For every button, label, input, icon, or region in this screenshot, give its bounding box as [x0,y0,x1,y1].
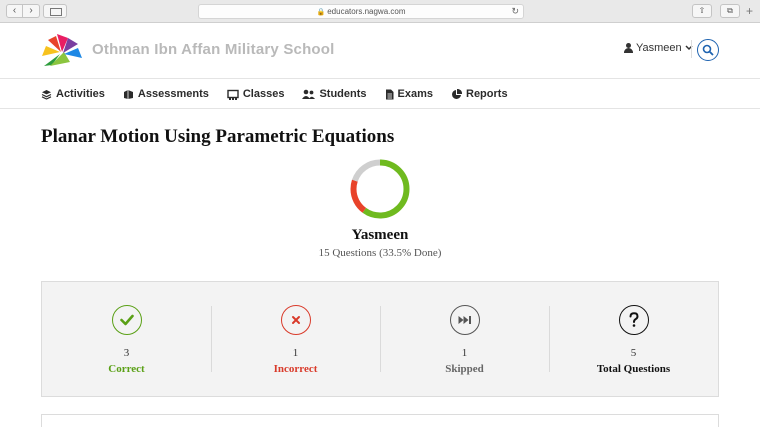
sidebar-toggle-button[interactable] [43,4,67,18]
stat-correct-count: 3 [123,347,130,359]
stat-total-count: 5 [630,347,637,359]
nav-assessments-label: Assessments [137,88,209,100]
nav-classes[interactable]: Classes [227,88,285,100]
reports-icon [452,88,462,99]
search-button[interactable] [697,39,719,61]
nav-exams[interactable]: Exams [385,88,433,100]
user-menu[interactable]: Yasmeen [624,42,693,54]
nav-students-label: Students [319,88,367,100]
stats-panel: 3 Correct 1 Incorrect 1 Skipped 5 Total … [41,281,719,397]
search-icon [702,44,714,56]
exams-icon [385,89,394,99]
classes-icon [227,89,239,100]
stat-incorrect-count: 1 [292,347,299,359]
stat-incorrect[interactable]: 1 Incorrect [211,282,380,396]
assessments-icon [123,89,133,99]
stat-correct[interactable]: 3 Correct [42,282,211,396]
students-icon [302,89,316,99]
incorrect-icon-circle [280,305,311,335]
user-icon [624,43,633,53]
main-nav: Activities Assessments Classes Students [0,80,760,109]
browser-nav-buttons: ‹ › [6,4,40,18]
question-icon [629,312,639,327]
lock-icon: 🔒 [316,9,326,16]
progress-ring [350,159,410,219]
stat-incorrect-label: Incorrect [273,363,318,375]
tabs-overview-button[interactable]: ⧉ [720,4,740,18]
progress-summary: 15 Questions (33.5% Done) [318,247,442,259]
site-header: Othman Ibn Affan Military School Yasmeen [0,23,760,79]
school-logo-icon[interactable] [40,32,84,68]
details-card [41,414,719,427]
correct-icon-circle [111,305,142,335]
user-name: Yasmeen [636,42,682,54]
check-icon [119,314,134,326]
address-bar[interactable]: 🔒 educators.nagwa.com ↻ [198,4,524,19]
nav-assessments[interactable]: Assessments [123,88,209,100]
skipped-icon-circle [449,305,480,335]
skip-icon [458,316,471,324]
browser-toolbar: ‹ › 🔒 educators.nagwa.com ↻ ⇧ ⧉ + [0,0,760,23]
x-icon [291,316,300,324]
reload-icon[interactable]: ↻ [511,5,519,18]
student-name: Yasmeen [351,227,409,243]
stat-total-label: Total Questions [596,363,671,375]
stat-skipped[interactable]: 1 Skipped [380,282,549,396]
nav-activities-label: Activities [56,88,105,100]
nav-reports-label: Reports [466,88,508,100]
nav-classes-label: Classes [242,88,285,100]
stat-total[interactable]: 5 Total Questions [549,282,718,396]
url-text: educators.nagwa.com [327,7,406,16]
share-button[interactable]: ⇧ [692,4,712,18]
nav-reports[interactable]: Reports [451,88,508,100]
page-title: Planar Motion Using Parametric Equations [41,126,395,147]
nav-students[interactable]: Students [302,88,367,100]
school-name[interactable]: Othman Ibn Affan Military School [92,41,335,58]
total-icon-circle [618,305,649,335]
nav-exams-label: Exams [397,88,433,100]
stat-skipped-count: 1 [461,347,468,359]
new-tab-button[interactable]: + [746,4,753,18]
layers-icon [41,89,52,100]
header-divider [691,40,692,58]
back-button[interactable]: ‹ [6,4,23,18]
stat-skipped-label: Skipped [445,363,484,375]
nav-activities[interactable]: Activities [41,88,105,100]
stat-correct-label: Correct [108,363,145,375]
forward-button[interactable]: › [23,4,40,18]
